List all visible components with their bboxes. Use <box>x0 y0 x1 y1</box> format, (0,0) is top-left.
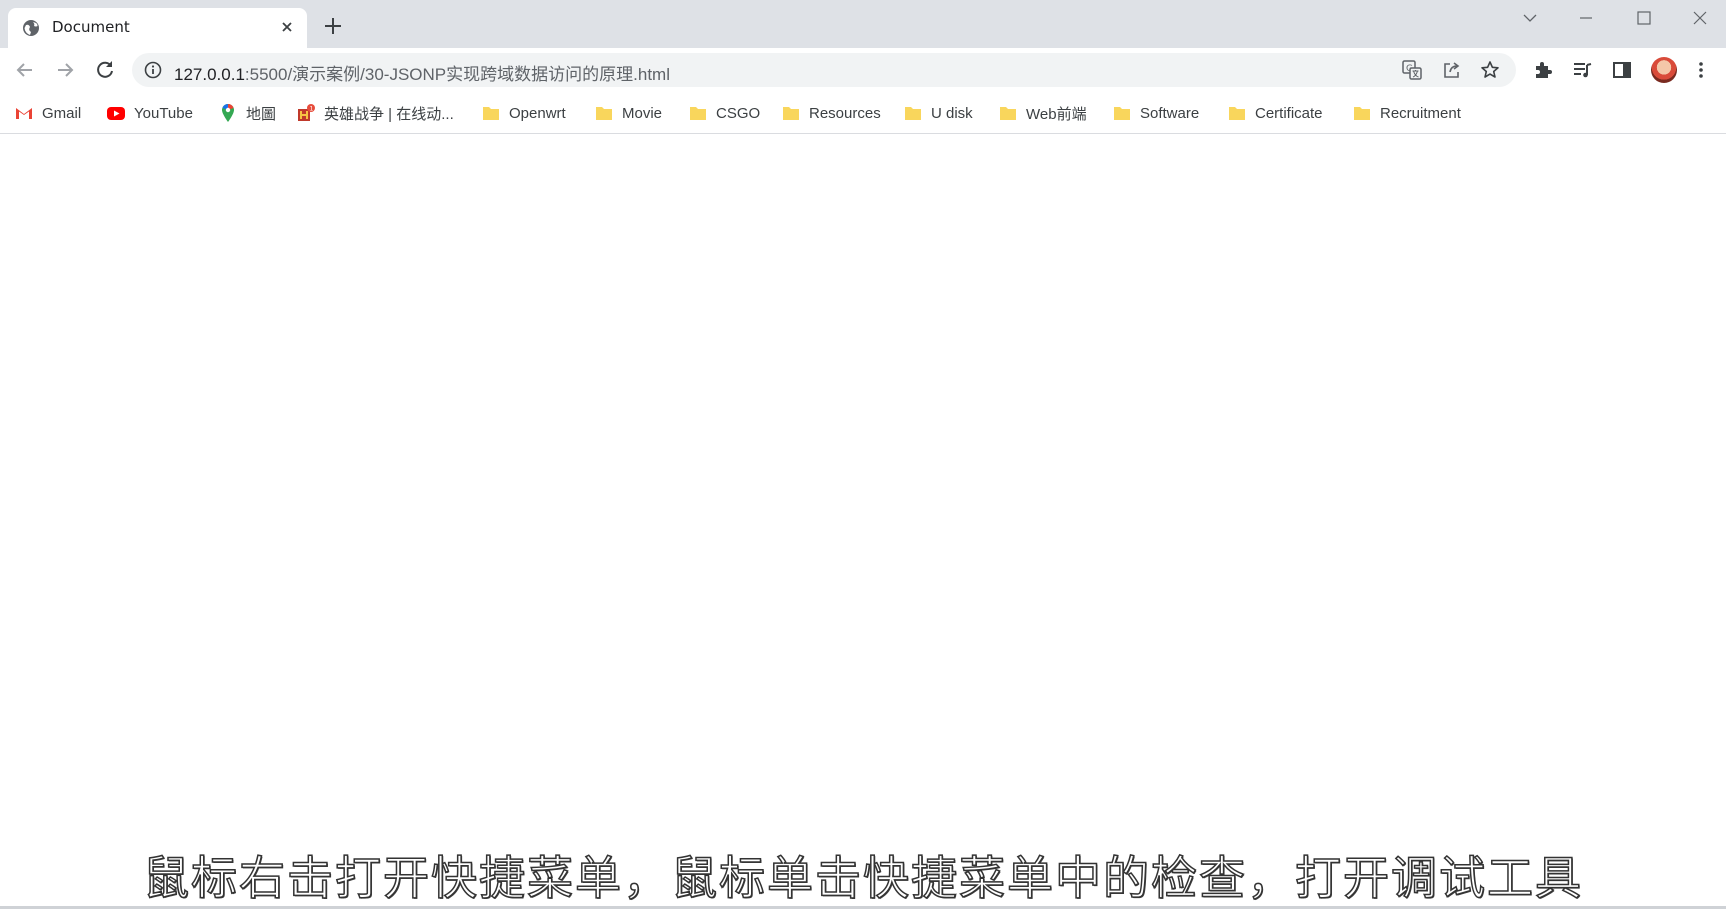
tab-document[interactable]: Document <box>8 8 307 48</box>
bookmark-folder-openwrt[interactable]: Openwrt <box>481 101 566 125</box>
bookmark-label: Web前端 <box>1026 105 1087 123</box>
url-path: :5500/演示案例/30-JSONP实现跨域数据访问的原理.html <box>244 65 670 84</box>
maps-pin-icon <box>218 103 238 123</box>
star-icon[interactable] <box>1480 60 1500 80</box>
media-queue-icon[interactable] <box>1571 59 1593 81</box>
folder-icon <box>781 103 801 123</box>
bookmark-folder-certificate[interactable]: Certificate <box>1227 101 1323 125</box>
game-icon: 1 <box>296 103 316 123</box>
minimize-icon[interactable] <box>1566 4 1606 32</box>
plus-icon[interactable] <box>322 15 344 37</box>
arrow-right-icon[interactable] <box>52 57 78 83</box>
maximize-icon[interactable] <box>1624 4 1664 32</box>
reload-icon[interactable] <box>92 57 118 83</box>
address-bar[interactable]: 127.0.0.1:5500/演示案例/30-JSONP实现跨域数据访问的原理.… <box>132 53 1516 87</box>
globe-icon <box>22 19 40 37</box>
bookmark-gmail[interactable]: Gmail <box>14 101 81 125</box>
bookmark-youtube[interactable]: YouTube <box>106 101 193 125</box>
folder-icon <box>481 103 501 123</box>
close-window-icon[interactable] <box>1680 4 1720 32</box>
info-icon[interactable] <box>144 61 162 79</box>
tab-strip: Document <box>0 0 1726 48</box>
folder-icon <box>903 103 923 123</box>
folder-icon <box>1352 103 1372 123</box>
bookmark-folder-movie[interactable]: Movie <box>594 101 662 125</box>
puzzle-icon[interactable] <box>1532 59 1554 81</box>
bookmark-folder-recruitment[interactable]: Recruitment <box>1352 101 1461 125</box>
bookmark-label: Software <box>1140 104 1200 122</box>
bookmark-label: Movie <box>622 104 663 122</box>
svg-text:1: 1 <box>310 106 314 113</box>
close-icon[interactable] <box>277 17 297 37</box>
folder-icon <box>1112 103 1132 123</box>
bookmark-label: Recruitment <box>1380 104 1461 122</box>
url-text[interactable]: 127.0.0.1:5500/演示案例/30-JSONP实现跨域数据访问的原理.… <box>174 60 670 85</box>
bookmark-label: Openwrt <box>509 104 566 122</box>
share-icon[interactable] <box>1442 60 1462 80</box>
bookmark-folder-web[interactable]: Web前端 <box>998 101 1087 125</box>
kebab-menu-icon[interactable] <box>1690 59 1712 81</box>
bookmarks-bar: Gmail YouTube 地圖 1 英雄战争 | 在线动... Openwrt… <box>0 92 1726 134</box>
youtube-icon <box>106 103 126 123</box>
url-host: 127.0.0.1 <box>174 65 245 84</box>
folder-icon <box>688 103 708 123</box>
folder-icon <box>594 103 614 123</box>
bookmark-folder-resources[interactable]: Resources <box>781 101 881 125</box>
translate-icon[interactable]: G <box>1402 60 1422 80</box>
bookmark-label: Resources <box>809 104 881 122</box>
bookmark-folder-udisk[interactable]: U disk <box>903 101 973 125</box>
bookmark-label: Certificate <box>1255 104 1323 122</box>
bookmark-maps[interactable]: 地圖 <box>218 101 276 125</box>
bookmark-label: U disk <box>931 104 973 122</box>
side-panel-icon[interactable] <box>1611 59 1633 81</box>
folder-icon <box>998 103 1018 123</box>
profile-avatar[interactable] <box>1651 57 1677 83</box>
bookmark-label: 英雄战争 | 在线动... <box>324 105 454 123</box>
bookmark-label: Gmail <box>42 104 82 122</box>
bookmark-label: CSGO <box>716 104 761 122</box>
arrow-left-icon[interactable] <box>12 57 38 83</box>
page-viewport[interactable] <box>0 135 1726 909</box>
folder-icon <box>1227 103 1247 123</box>
browser-toolbar: 127.0.0.1:5500/演示案例/30-JSONP实现跨域数据访问的原理.… <box>0 48 1726 92</box>
chevron-down-icon[interactable] <box>1510 4 1550 32</box>
gmail-icon <box>14 103 34 123</box>
tab-title: Document <box>52 18 130 36</box>
bookmark-game[interactable]: 1 英雄战争 | 在线动... <box>296 101 454 125</box>
bookmark-folder-csgo[interactable]: CSGO <box>688 101 760 125</box>
video-subtitle: 鼠标右击打开快捷菜单，鼠标单击快捷菜单中的检查，打开调试工具 <box>142 850 1583 906</box>
bookmark-label: YouTube <box>134 104 193 122</box>
bookmark-label: 地圖 <box>246 105 277 123</box>
bookmark-folder-software[interactable]: Software <box>1112 101 1199 125</box>
